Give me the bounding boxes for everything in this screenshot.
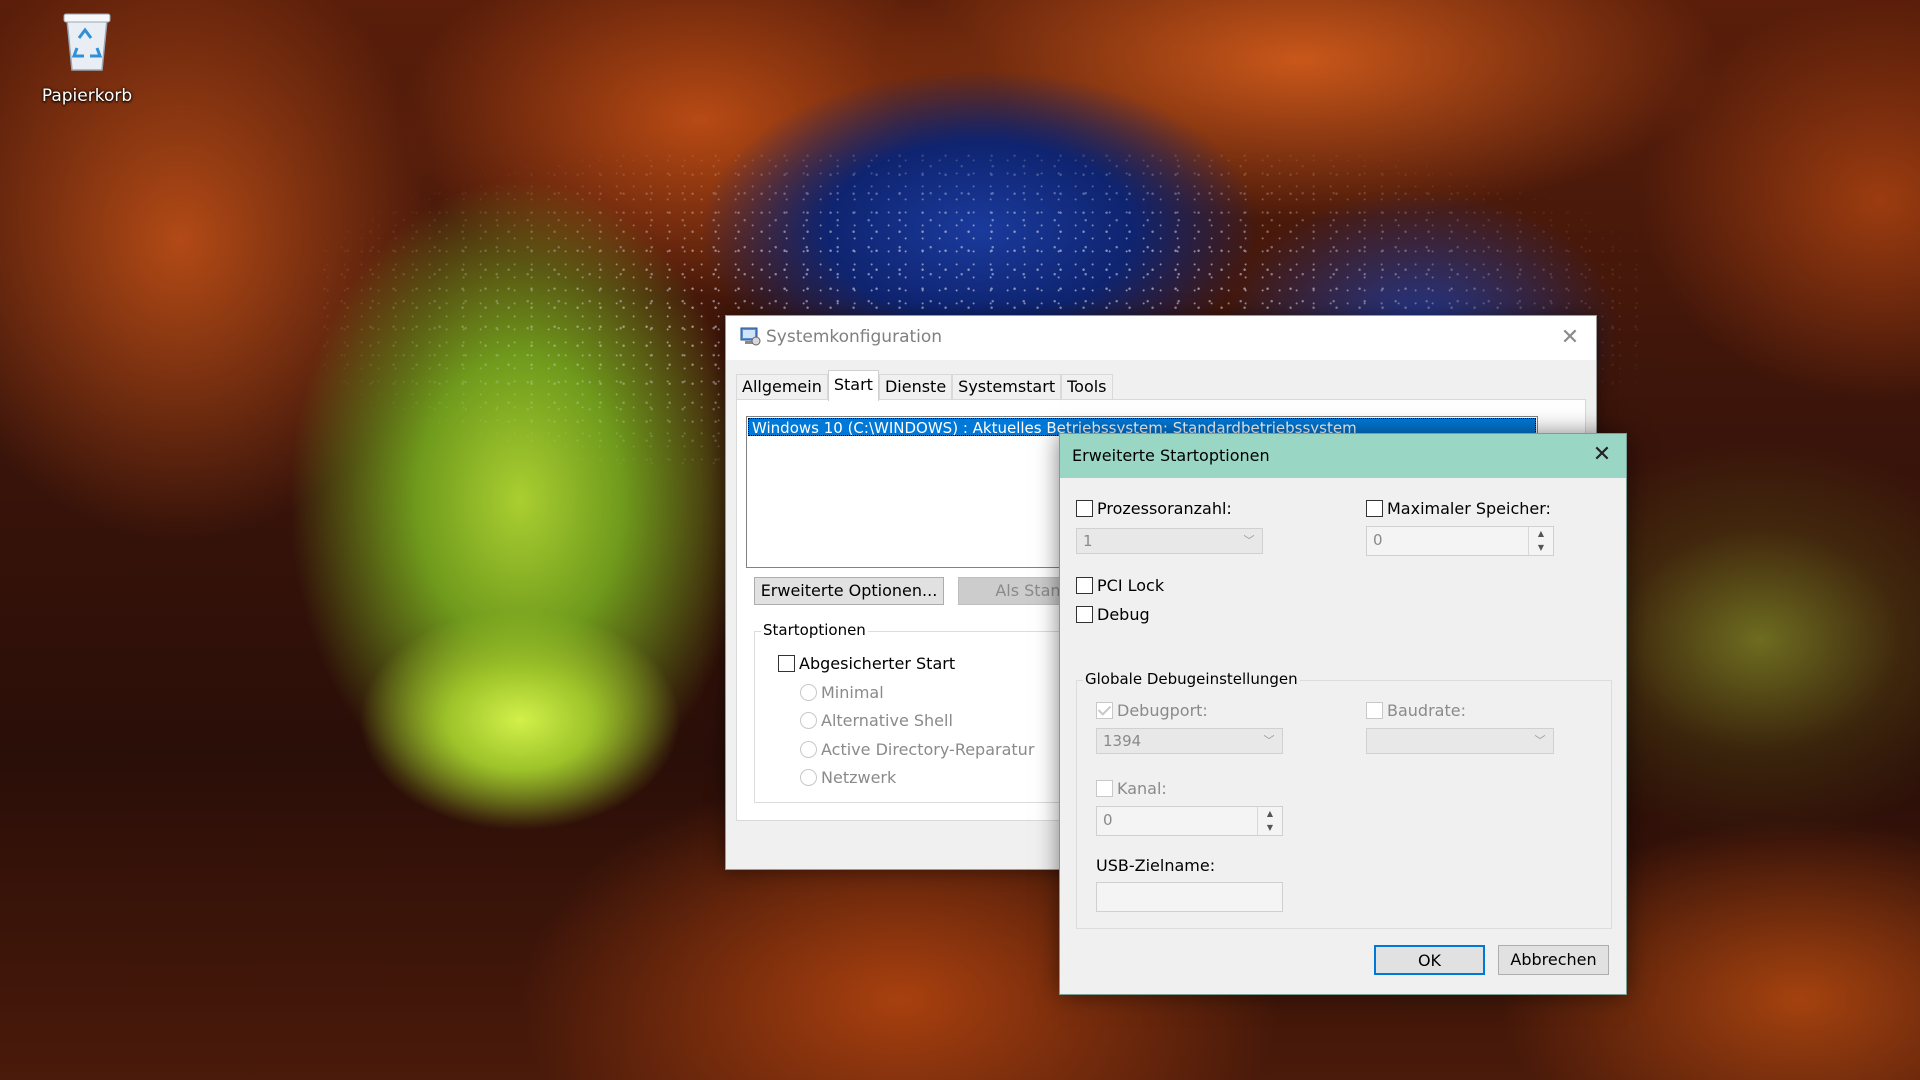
safe-boot-row[interactable]: Abgesicherter Start <box>778 653 955 673</box>
max-memory-checkbox[interactable] <box>1366 500 1383 517</box>
advanced-options-button[interactable]: Erweiterte Optionen... <box>754 577 944 605</box>
processor-count-value: 1 <box>1083 532 1093 550</box>
baudrate-label: Baudrate: <box>1387 701 1466 720</box>
max-memory-row[interactable]: Maximaler Speicher: <box>1366 498 1551 518</box>
minimal-label: Minimal <box>821 683 884 702</box>
safe-boot-ad-repair-row[interactable]: Active Directory-Reparatur <box>800 739 1034 759</box>
ok-button[interactable]: OK <box>1374 945 1485 975</box>
spin-down-icon[interactable]: ▼ <box>1529 541 1553 555</box>
safe-boot-checkbox[interactable] <box>778 655 795 672</box>
chevron-down-icon: ﹀ <box>1243 534 1255 547</box>
advanced-boot-options-dialog: Erweiterte Startoptionen ✕ Prozessoranza… <box>1059 433 1627 995</box>
debug-checkbox[interactable] <box>1076 606 1093 623</box>
recycle-bin-label: Papierkorb <box>41 86 133 106</box>
debug-row[interactable]: Debug <box>1076 604 1150 624</box>
usb-target-input[interactable] <box>1096 882 1283 912</box>
debugport-label: Debugport: <box>1117 701 1208 720</box>
processor-count-checkbox[interactable] <box>1076 500 1093 517</box>
channel-spin-buttons[interactable]: ▲ ▼ <box>1257 807 1282 835</box>
channel-row[interactable]: Kanal: <box>1096 778 1167 798</box>
channel-spinner[interactable]: 0 ▲ ▼ <box>1096 806 1283 836</box>
safe-boot-alternate-shell-row[interactable]: Alternative Shell <box>800 710 953 730</box>
minimal-radio[interactable] <box>800 684 817 701</box>
global-debug-legend: Globale Debugeinstellungen <box>1083 670 1300 688</box>
spin-up-icon[interactable]: ▲ <box>1529 527 1553 541</box>
ad-repair-radio[interactable] <box>800 741 817 758</box>
network-label: Netzwerk <box>821 768 897 787</box>
window-titlebar[interactable]: Systemkonfiguration ✕ <box>726 316 1596 360</box>
processor-count-label: Prozessoranzahl: <box>1097 499 1232 518</box>
recycle-bin-icon <box>57 8 117 72</box>
chevron-down-icon: ﹀ <box>1534 734 1546 747</box>
spin-up-icon[interactable]: ▲ <box>1258 807 1282 821</box>
boot-options-legend: Startoptionen <box>761 621 868 639</box>
alternate-shell-radio[interactable] <box>800 712 817 729</box>
debugport-select[interactable]: 1394 ﹀ <box>1096 728 1283 754</box>
debugport-row[interactable]: Debugport: <box>1096 700 1208 720</box>
alternate-shell-label: Alternative Shell <box>821 711 953 730</box>
max-memory-value: 0 <box>1373 531 1383 549</box>
recycle-bin-desktop-icon[interactable]: Papierkorb <box>32 8 142 106</box>
pci-lock-row[interactable]: PCI Lock <box>1076 575 1164 595</box>
safe-boot-network-row[interactable]: Netzwerk <box>800 767 896 787</box>
close-icon[interactable]: ✕ <box>1590 443 1614 467</box>
baudrate-row[interactable]: Baudrate: <box>1366 700 1466 720</box>
processor-count-row[interactable]: Prozessoranzahl: <box>1076 498 1232 518</box>
dialog-titlebar[interactable]: Erweiterte Startoptionen ✕ <box>1060 434 1626 478</box>
pci-lock-checkbox[interactable] <box>1076 577 1093 594</box>
tab-strip: Allgemein Start Dienste Systemstart Tool… <box>736 370 1113 401</box>
channel-checkbox[interactable] <box>1096 780 1113 797</box>
pci-lock-label: PCI Lock <box>1097 576 1165 595</box>
network-radio[interactable] <box>800 769 817 786</box>
tab-allgemein[interactable]: Allgemein <box>736 374 828 399</box>
max-memory-label: Maximaler Speicher: <box>1387 499 1551 518</box>
msconfig-app-icon <box>739 325 761 347</box>
debugport-checkbox[interactable] <box>1096 702 1113 719</box>
usb-target-label: USB-Zielname: <box>1096 856 1216 875</box>
baudrate-select[interactable]: ﹀ <box>1366 728 1554 754</box>
window-title: Systemkonfiguration <box>766 327 943 347</box>
spin-down-icon[interactable]: ▼ <box>1258 821 1282 835</box>
debug-label: Debug <box>1097 605 1150 624</box>
max-memory-spinner[interactable]: 0 ▲ ▼ <box>1366 526 1554 556</box>
chevron-down-icon: ﹀ <box>1263 734 1275 747</box>
ad-repair-label: Active Directory-Reparatur <box>821 740 1035 759</box>
baudrate-checkbox[interactable] <box>1366 702 1383 719</box>
debugport-value: 1394 <box>1103 732 1142 750</box>
close-icon[interactable]: ✕ <box>1558 326 1582 350</box>
safe-boot-minimal-row[interactable]: Minimal <box>800 682 884 702</box>
processor-count-select[interactable]: 1 ﹀ <box>1076 528 1263 554</box>
channel-label: Kanal: <box>1117 779 1167 798</box>
tab-tools[interactable]: Tools <box>1061 374 1113 399</box>
channel-value: 0 <box>1103 811 1113 829</box>
tab-dienste[interactable]: Dienste <box>878 374 953 399</box>
tab-start[interactable]: Start <box>827 370 879 401</box>
safe-boot-label: Abgesicherter Start <box>799 654 956 673</box>
dialog-title: Erweiterte Startoptionen <box>1072 446 1270 465</box>
max-memory-spin-buttons[interactable]: ▲ ▼ <box>1528 527 1553 555</box>
tab-systemstart[interactable]: Systemstart <box>952 374 1062 399</box>
cancel-button[interactable]: Abbrechen <box>1498 945 1609 975</box>
